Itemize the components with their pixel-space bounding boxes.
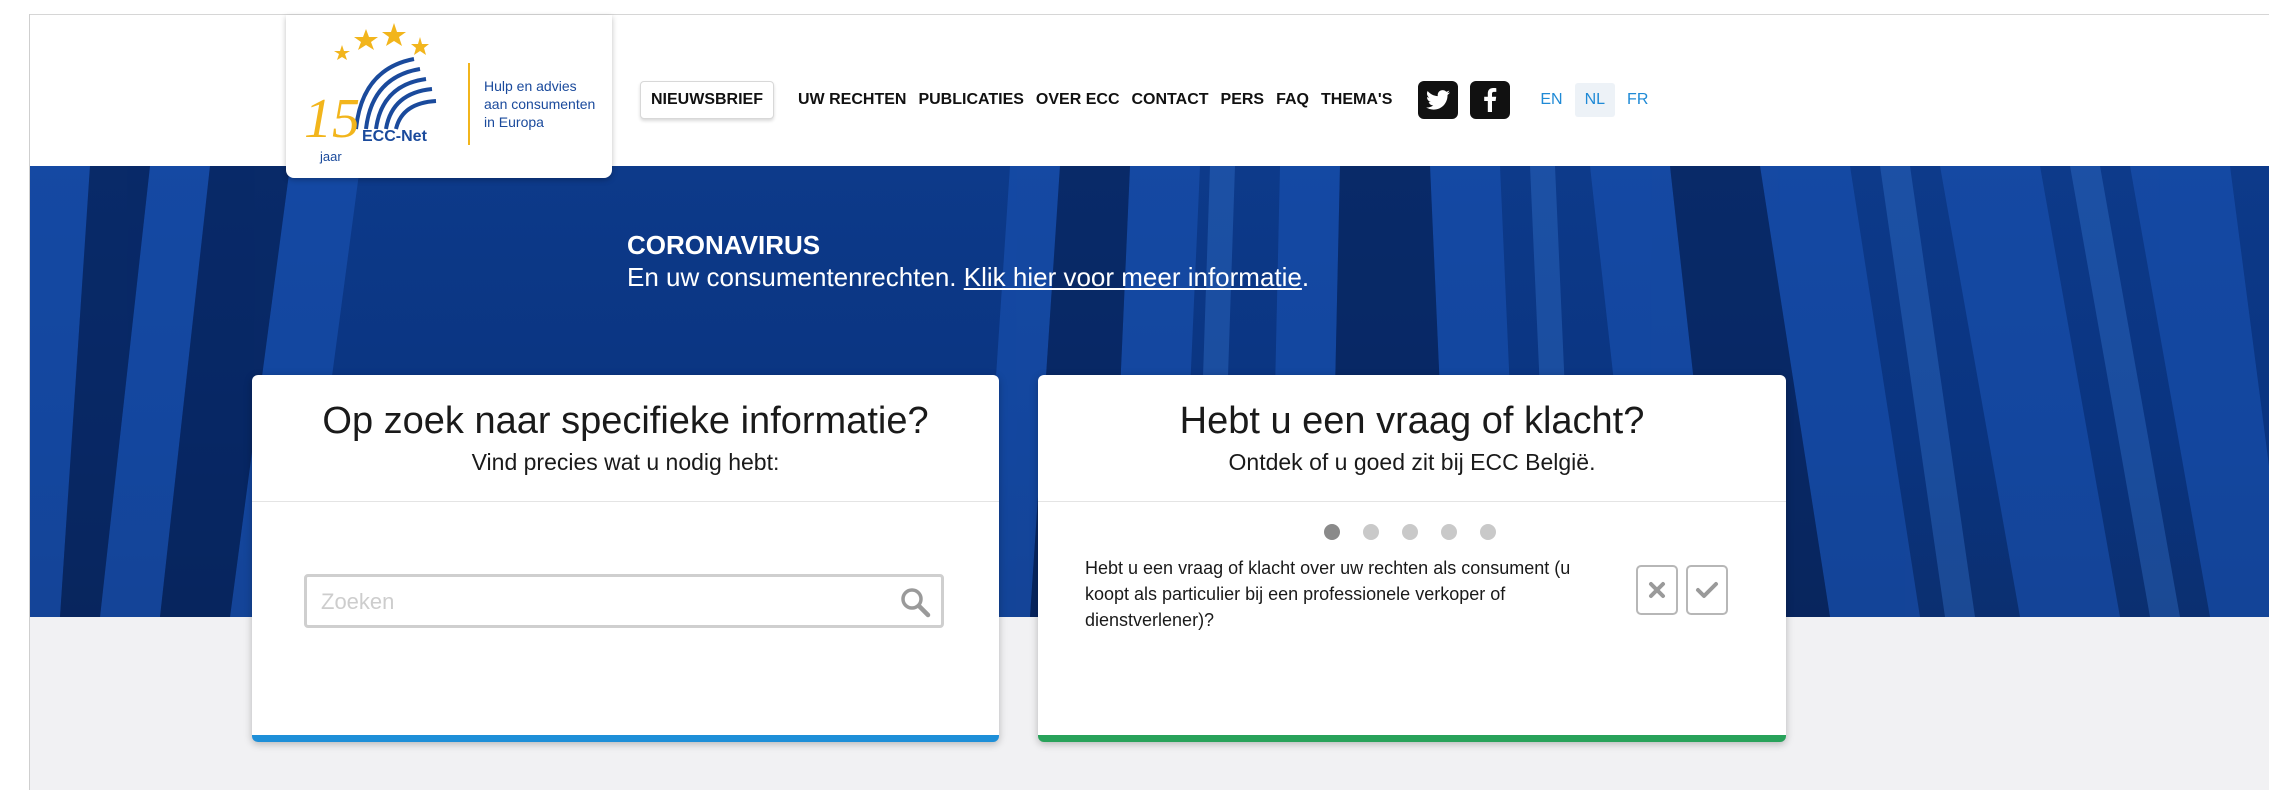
hero-title: CORONAVIRUS xyxy=(627,230,821,260)
language-en[interactable]: EN xyxy=(1530,83,1572,117)
complaint-card-header: Hebt u een vraag of klacht? Ontdek of u … xyxy=(1038,375,1786,502)
nav-link-pers[interactable]: PERS xyxy=(1221,91,1265,109)
nav-link-contact[interactable]: CONTACT xyxy=(1132,91,1209,109)
nav-link-uw-rechten[interactable]: UW RECHTEN xyxy=(798,91,906,109)
svg-text:jaar: jaar xyxy=(319,149,342,164)
step-indicator xyxy=(1324,524,1519,540)
main-nav: NIEUWSBRIEF UW RECHTEN PUBLICATIES OVER … xyxy=(640,81,1658,119)
newsletter-button[interactable]: NIEUWSBRIEF xyxy=(640,81,774,119)
tagline-line: Hulp en advies xyxy=(484,78,577,94)
search-card: Op zoek naar specifieke informatie? Vind… xyxy=(252,375,999,742)
step-dot-1[interactable] xyxy=(1324,524,1340,540)
ecc-net-15-years-logo-icon: 15 jaar ECC-Net xyxy=(304,23,437,164)
step-dot-4[interactable] xyxy=(1441,524,1457,540)
search-card-subtitle: Vind precies wat u nodig hebt: xyxy=(471,449,780,475)
complaint-question: Hebt u een vraag of klacht over uw recht… xyxy=(1085,558,1571,630)
tagline-line: aan consumenten xyxy=(484,96,596,112)
step-dot-2[interactable] xyxy=(1363,524,1379,540)
search-box xyxy=(304,574,944,628)
complaint-card-title: Hebt u een vraag of klacht? xyxy=(1179,400,1645,442)
search-card-header: Op zoek naar specifieke informatie? Vind… xyxy=(252,375,999,502)
svg-text:15: 15 xyxy=(304,88,360,150)
logo[interactable]: 15 jaar ECC-Net Hulp en advies aan consu… xyxy=(286,15,612,178)
step-dot-3[interactable] xyxy=(1402,524,1418,540)
complaint-card-subtitle: Ontdek of u goed zit bij ECC België. xyxy=(1228,449,1596,475)
search-card-title: Op zoek naar specifieke informatie? xyxy=(322,400,929,442)
facebook-icon xyxy=(1484,88,1497,112)
hero-line-end: . xyxy=(1301,262,1310,292)
language-fr[interactable]: FR xyxy=(1617,83,1658,117)
logo-tagline: Hulp en advies aan consumenten in Europa xyxy=(484,77,614,131)
tagline-line: in Europa xyxy=(484,114,544,130)
language-nl[interactable]: NL xyxy=(1574,83,1616,117)
more-info-link[interactable]: Klik hier voor meer informatie xyxy=(964,262,1302,292)
answer-yes-button[interactable] xyxy=(1686,565,1728,615)
nav-link-faq[interactable]: FAQ xyxy=(1276,91,1309,109)
search-icon[interactable] xyxy=(899,586,931,618)
search-input[interactable] xyxy=(319,577,883,627)
complaint-card: Hebt u een vraag of klacht? Ontdek of u … xyxy=(1038,375,1786,742)
site-header: 15 jaar ECC-Net Hulp en advies aan consu… xyxy=(30,15,2269,178)
close-icon xyxy=(1649,582,1665,598)
nav-link-publicaties[interactable]: PUBLICATIES xyxy=(918,91,1023,109)
hero-announcement: CORONAVIRUS En uw consumentenrechten. Kl… xyxy=(627,230,1309,294)
step-dot-5[interactable] xyxy=(1480,524,1496,540)
svg-text:ECC-Net: ECC-Net xyxy=(362,128,428,145)
checkmark-icon xyxy=(1696,582,1718,598)
hero-line: En uw consumentenrechten. Klik hier voor… xyxy=(627,260,1309,294)
hero-line-text: En uw consumentenrechten. xyxy=(627,262,964,292)
twitter-button[interactable] xyxy=(1418,81,1459,119)
logo-divider xyxy=(468,63,470,145)
nav-link-over-ecc[interactable]: OVER ECC xyxy=(1036,91,1120,109)
twitter-icon xyxy=(1426,90,1451,110)
nav-link-themas[interactable]: THEMA'S xyxy=(1321,91,1392,109)
answer-no-button[interactable] xyxy=(1636,565,1678,615)
facebook-button[interactable] xyxy=(1470,81,1511,119)
